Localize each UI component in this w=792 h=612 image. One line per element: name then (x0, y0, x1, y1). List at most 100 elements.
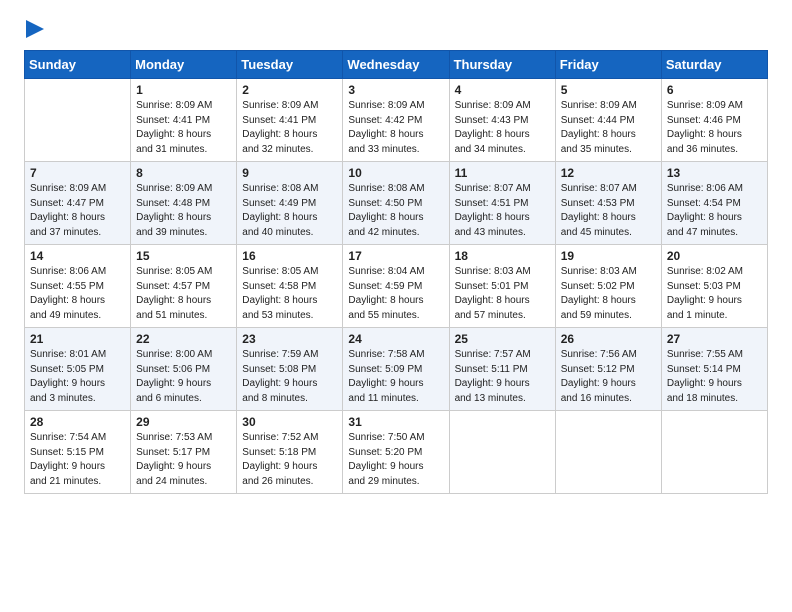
header-row: SundayMondayTuesdayWednesdayThursdayFrid… (25, 51, 768, 79)
day-cell: 31 Sunrise: 7:50 AM Sunset: 5:20 PM Dayli… (343, 411, 449, 494)
day-number: 29 (136, 415, 231, 429)
day-info: Sunrise: 8:06 AM Sunset: 4:54 PM Dayligh… (667, 182, 762, 240)
day-number: 17 (348, 249, 443, 263)
day-number: 15 (136, 249, 231, 263)
day-cell: 24Sunrise: 7:58 AM Sunset: 5:09 PM Dayli… (343, 328, 449, 411)
day-number: 6 (667, 83, 762, 97)
day-cell: 19 Sunrise: 8:03 AM Sunset: 5:02 PM Dayli… (555, 245, 661, 328)
day-number: 19 (561, 249, 656, 263)
day-cell: 29Sunrise: 7:53 AM Sunset: 5:17 PM Dayli… (131, 411, 237, 494)
day-info: Sunrise: 8:03 AM Sunset: 5:02 PM Dayligh… (561, 265, 656, 323)
day-info: Sunrise: 8:05 AM Sunset: 4:57 PM Dayligh… (136, 265, 231, 323)
week-row-2: 7 Sunrise: 8:09 AM Sunset: 4:47 PM Daylig… (25, 162, 768, 245)
week-row-4: 21Sunrise: 8:01 AM Sunset: 5:05 PM Dayli… (25, 328, 768, 411)
day-cell: 2 Sunrise: 8:09 AM Sunset: 4:41 PM Daylig… (237, 79, 343, 162)
header-cell-wednesday: Wednesday (343, 51, 449, 79)
day-number: 20 (667, 249, 762, 263)
day-info: Sunrise: 7:57 AM Sunset: 5:11 PM Dayligh… (455, 348, 550, 406)
day-cell: 20 Sunrise: 8:02 AM Sunset: 5:03 PM Dayli… (661, 245, 767, 328)
day-cell (25, 79, 131, 162)
day-number: 7 (30, 166, 125, 180)
day-info: Sunrise: 7:58 AM Sunset: 5:09 PM Dayligh… (348, 348, 443, 406)
day-number: 14 (30, 249, 125, 263)
header-cell-sunday: Sunday (25, 51, 131, 79)
day-cell: 14 Sunrise: 8:06 AM Sunset: 4:55 PM Dayli… (25, 245, 131, 328)
day-number: 27 (667, 332, 762, 346)
day-cell (555, 411, 661, 494)
day-number: 3 (348, 83, 443, 97)
day-cell: 26 Sunrise: 7:56 AM Sunset: 5:12 PM Dayli… (555, 328, 661, 411)
day-cell: 18Sunrise: 8:03 AM Sunset: 5:01 PM Dayli… (449, 245, 555, 328)
day-info: Sunrise: 7:52 AM Sunset: 5:18 PM Dayligh… (242, 431, 337, 489)
day-cell (661, 411, 767, 494)
day-cell: 9Sunrise: 8:08 AM Sunset: 4:49 PM Daylig… (237, 162, 343, 245)
day-cell: 15 Sunrise: 8:05 AM Sunset: 4:57 PM Dayli… (131, 245, 237, 328)
day-info: Sunrise: 8:04 AM Sunset: 4:59 PM Dayligh… (348, 265, 443, 323)
calendar-body: 1 Sunrise: 8:09 AM Sunset: 4:41 PM Daylig… (25, 79, 768, 494)
day-cell: 30Sunrise: 7:52 AM Sunset: 5:18 PM Dayli… (237, 411, 343, 494)
day-info: Sunrise: 7:50 AM Sunset: 5:20 PM Dayligh… (348, 431, 443, 489)
day-number: 12 (561, 166, 656, 180)
day-number: 1 (136, 83, 231, 97)
day-cell: 17 Sunrise: 8:04 AM Sunset: 4:59 PM Dayli… (343, 245, 449, 328)
calendar-page: SundayMondayTuesdayWednesdayThursdayFrid… (0, 0, 792, 510)
day-cell: 3Sunrise: 8:09 AM Sunset: 4:42 PM Daylig… (343, 79, 449, 162)
day-cell: 16 Sunrise: 8:05 AM Sunset: 4:58 PM Dayli… (237, 245, 343, 328)
day-cell: 22 Sunrise: 8:00 AM Sunset: 5:06 PM Dayli… (131, 328, 237, 411)
day-cell: 1 Sunrise: 8:09 AM Sunset: 4:41 PM Daylig… (131, 79, 237, 162)
header (24, 20, 768, 38)
day-info: Sunrise: 8:09 AM Sunset: 4:48 PM Dayligh… (136, 182, 231, 240)
day-cell: 6 Sunrise: 8:09 AM Sunset: 4:46 PM Daylig… (661, 79, 767, 162)
day-cell: 25Sunrise: 7:57 AM Sunset: 5:11 PM Dayli… (449, 328, 555, 411)
day-cell: 7 Sunrise: 8:09 AM Sunset: 4:47 PM Daylig… (25, 162, 131, 245)
day-info: Sunrise: 8:08 AM Sunset: 4:50 PM Dayligh… (348, 182, 443, 240)
calendar-table: SundayMondayTuesdayWednesdayThursdayFrid… (24, 50, 768, 494)
day-info: Sunrise: 8:06 AM Sunset: 4:55 PM Dayligh… (30, 265, 125, 323)
day-info: Sunrise: 8:09 AM Sunset: 4:47 PM Dayligh… (30, 182, 125, 240)
day-info: Sunrise: 7:55 AM Sunset: 5:14 PM Dayligh… (667, 348, 762, 406)
header-cell-friday: Friday (555, 51, 661, 79)
week-row-3: 14 Sunrise: 8:06 AM Sunset: 4:55 PM Dayli… (25, 245, 768, 328)
day-cell: 4Sunrise: 8:09 AM Sunset: 4:43 PM Daylig… (449, 79, 555, 162)
day-info: Sunrise: 8:08 AM Sunset: 4:49 PM Dayligh… (242, 182, 337, 240)
day-cell: 27 Sunrise: 7:55 AM Sunset: 5:14 PM Dayli… (661, 328, 767, 411)
day-cell: 23Sunrise: 7:59 AM Sunset: 5:08 PM Dayli… (237, 328, 343, 411)
day-info: Sunrise: 8:09 AM Sunset: 4:44 PM Dayligh… (561, 99, 656, 157)
day-number: 2 (242, 83, 337, 97)
logo-text-line1 (24, 20, 44, 38)
day-cell: 11Sunrise: 8:07 AM Sunset: 4:51 PM Dayli… (449, 162, 555, 245)
day-info: Sunrise: 8:02 AM Sunset: 5:03 PM Dayligh… (667, 265, 762, 323)
day-number: 10 (348, 166, 443, 180)
logo (24, 20, 44, 38)
day-info: Sunrise: 7:56 AM Sunset: 5:12 PM Dayligh… (561, 348, 656, 406)
day-info: Sunrise: 8:09 AM Sunset: 4:46 PM Dayligh… (667, 99, 762, 157)
week-row-5: 28Sunrise: 7:54 AM Sunset: 5:15 PM Dayli… (25, 411, 768, 494)
day-number: 16 (242, 249, 337, 263)
day-number: 18 (455, 249, 550, 263)
day-number: 22 (136, 332, 231, 346)
day-cell: 10 Sunrise: 8:08 AM Sunset: 4:50 PM Dayli… (343, 162, 449, 245)
day-info: Sunrise: 8:05 AM Sunset: 4:58 PM Dayligh… (242, 265, 337, 323)
header-cell-tuesday: Tuesday (237, 51, 343, 79)
day-cell: 5 Sunrise: 8:09 AM Sunset: 4:44 PM Daylig… (555, 79, 661, 162)
calendar-header: SundayMondayTuesdayWednesdayThursdayFrid… (25, 51, 768, 79)
day-info: Sunrise: 8:07 AM Sunset: 4:51 PM Dayligh… (455, 182, 550, 240)
day-cell: 8 Sunrise: 8:09 AM Sunset: 4:48 PM Daylig… (131, 162, 237, 245)
logo-icon (24, 20, 44, 38)
day-number: 4 (455, 83, 550, 97)
day-info: Sunrise: 8:09 AM Sunset: 4:41 PM Dayligh… (242, 99, 337, 157)
day-number: 13 (667, 166, 762, 180)
day-info: Sunrise: 8:00 AM Sunset: 5:06 PM Dayligh… (136, 348, 231, 406)
day-number: 31 (348, 415, 443, 429)
header-cell-thursday: Thursday (449, 51, 555, 79)
day-cell (449, 411, 555, 494)
day-info: Sunrise: 8:09 AM Sunset: 4:41 PM Dayligh… (136, 99, 231, 157)
day-cell: 21Sunrise: 8:01 AM Sunset: 5:05 PM Dayli… (25, 328, 131, 411)
header-cell-saturday: Saturday (661, 51, 767, 79)
day-number: 26 (561, 332, 656, 346)
week-row-1: 1 Sunrise: 8:09 AM Sunset: 4:41 PM Daylig… (25, 79, 768, 162)
day-cell: 13 Sunrise: 8:06 AM Sunset: 4:54 PM Dayli… (661, 162, 767, 245)
day-number: 5 (561, 83, 656, 97)
day-number: 28 (30, 415, 125, 429)
day-number: 8 (136, 166, 231, 180)
